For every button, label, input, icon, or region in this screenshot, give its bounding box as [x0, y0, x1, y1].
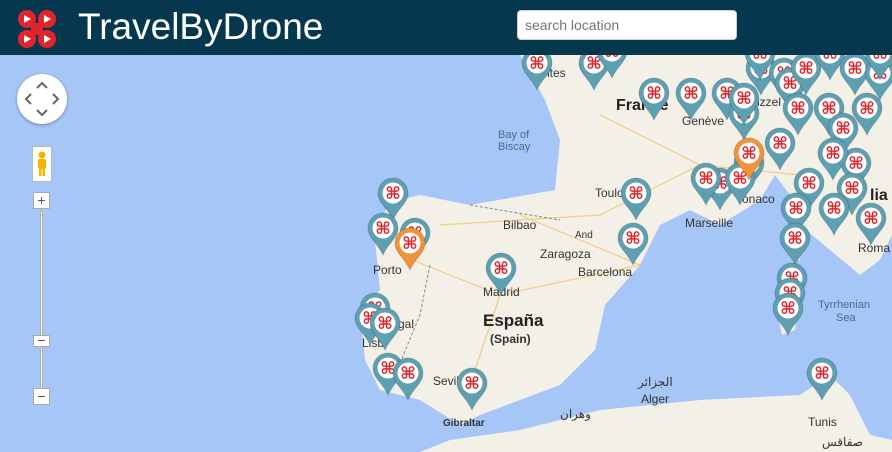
drone-pin-icon: ⌘ [617, 222, 649, 267]
drone-location-marker[interactable]: ⌘ [772, 292, 804, 337]
drone-pin-icon: ⌘ [779, 222, 811, 267]
svg-text:⌘: ⌘ [464, 374, 480, 394]
drone-pin-icon: ⌘ [392, 357, 424, 402]
pan-control[interactable] [17, 74, 67, 124]
label-espana: España [483, 311, 544, 330]
svg-text:⌘: ⌘ [772, 134, 788, 154]
label-zaragoza: Zaragoza [540, 247, 591, 261]
zoom-slider-track[interactable] [40, 210, 43, 390]
drone-location-marker[interactable]: ⌘ [485, 252, 517, 297]
app-header: TravelByDrone [0, 0, 892, 55]
drone-pin-icon: ⌘ [690, 162, 722, 207]
svg-text:⌘: ⌘ [787, 229, 803, 249]
zoom-out-button[interactable]: − [33, 388, 50, 405]
svg-text:⌘: ⌘ [835, 119, 851, 139]
svg-text:⌘: ⌘ [529, 54, 545, 74]
svg-text:⌘: ⌘ [814, 364, 830, 384]
label-alger: Alger [641, 392, 670, 406]
pan-arrows-icon [24, 81, 60, 117]
drone-pin-icon: ⌘ [818, 192, 850, 237]
drone-pin-icon: ⌘ [855, 202, 887, 247]
svg-text:⌘: ⌘ [825, 144, 841, 164]
drone-pin-icon: ⌘ [675, 77, 707, 122]
svg-text:⌘: ⌘ [400, 364, 416, 384]
svg-text:⌘: ⌘ [698, 169, 714, 189]
label-marseille: Marseille [685, 216, 734, 230]
drone-location-marker[interactable]: ⌘ [779, 222, 811, 267]
drone-location-marker[interactable]: ⌘ [394, 227, 426, 272]
drone-location-marker[interactable]: ⌘ [617, 222, 649, 267]
drone-pin-icon: ⌘ [369, 307, 401, 352]
svg-text:⌘: ⌘ [402, 234, 418, 254]
drone-pin-icon: ⌘ [764, 127, 796, 172]
drone-location-marker[interactable]: ⌘ [764, 127, 796, 172]
search-location-input[interactable] [517, 10, 737, 40]
svg-text:⌘: ⌘ [790, 99, 806, 119]
label-bilbao: Bilbao [503, 218, 537, 232]
label-biscay: Biscay [498, 141, 531, 153]
drone-pin-icon: ⌘ [485, 252, 517, 297]
drone-location-marker[interactable]: ⌘ [733, 137, 765, 182]
svg-text:⌘: ⌘ [625, 229, 641, 249]
app-title[interactable]: TravelByDrone [78, 6, 323, 48]
label-bay-of: Bay of [498, 129, 530, 141]
zoom-in-button[interactable]: + [33, 192, 50, 209]
drone-location-marker[interactable]: ⌘ [369, 307, 401, 352]
svg-text:⌘: ⌘ [741, 144, 757, 164]
drone-pin-icon: ⌘ [620, 177, 652, 222]
drone-location-marker[interactable]: ⌘ [638, 77, 670, 122]
label-sfax-ar: صفاقس [822, 435, 863, 449]
drone-pin-icon: ⌘ [394, 227, 426, 272]
drone-pin-icon: ⌘ [772, 292, 804, 337]
map-canvas[interactable]: France España (Spain) Bay of Biscay Bilb… [0, 35, 892, 452]
svg-text:⌘: ⌘ [493, 259, 509, 279]
svg-text:⌘: ⌘ [385, 184, 401, 204]
drone-location-marker[interactable]: ⌘ [855, 202, 887, 247]
label-gibraltar: Gibraltar [443, 418, 485, 429]
label-barcelona: Barcelona [578, 265, 633, 279]
drone-pin-icon: ⌘ [733, 137, 765, 182]
pegman-icon[interactable] [32, 146, 52, 182]
drone-location-marker[interactable]: ⌘ [690, 162, 722, 207]
svg-text:⌘: ⌘ [863, 209, 879, 229]
svg-text:⌘: ⌘ [375, 219, 391, 239]
drone-logo[interactable] [17, 9, 57, 49]
label-alger-ar: الجزائر [638, 375, 673, 389]
drone-location-marker[interactable]: ⌘ [818, 192, 850, 237]
svg-text:⌘: ⌘ [798, 59, 814, 79]
label-andorra: And [575, 230, 593, 241]
drone-location-marker[interactable]: ⌘ [456, 367, 488, 412]
svg-text:⌘: ⌘ [377, 314, 393, 334]
drone-pin-icon: ⌘ [806, 357, 838, 402]
svg-text:⌘: ⌘ [780, 299, 796, 319]
svg-text:⌘: ⌘ [646, 84, 662, 104]
svg-text:⌘: ⌘ [826, 199, 842, 219]
zoom-slider-handle[interactable]: − [33, 333, 50, 347]
drone-location-marker[interactable]: ⌘ [806, 357, 838, 402]
svg-text:⌘: ⌘ [628, 184, 644, 204]
svg-text:⌘: ⌘ [859, 99, 875, 119]
svg-text:⌘: ⌘ [788, 199, 804, 219]
label-oran-ar: وهران [560, 407, 591, 421]
svg-text:⌘: ⌘ [847, 59, 863, 79]
drone-location-marker[interactable]: ⌘ [675, 77, 707, 122]
label-tunis: Tunis [808, 415, 837, 429]
drone-pin-icon: ⌘ [456, 367, 488, 412]
svg-text:⌘: ⌘ [801, 174, 817, 194]
drone-location-marker[interactable]: ⌘ [620, 177, 652, 222]
svg-text:⌘: ⌘ [848, 154, 864, 174]
drone-pin-icon: ⌘ [638, 77, 670, 122]
svg-text:⌘: ⌘ [683, 84, 699, 104]
drone-location-marker[interactable]: ⌘ [392, 357, 424, 402]
label-sea: Sea [836, 312, 856, 324]
label-spain: (Spain) [490, 332, 531, 346]
label-tyrrhenian: Tyrrhenian [818, 299, 870, 311]
